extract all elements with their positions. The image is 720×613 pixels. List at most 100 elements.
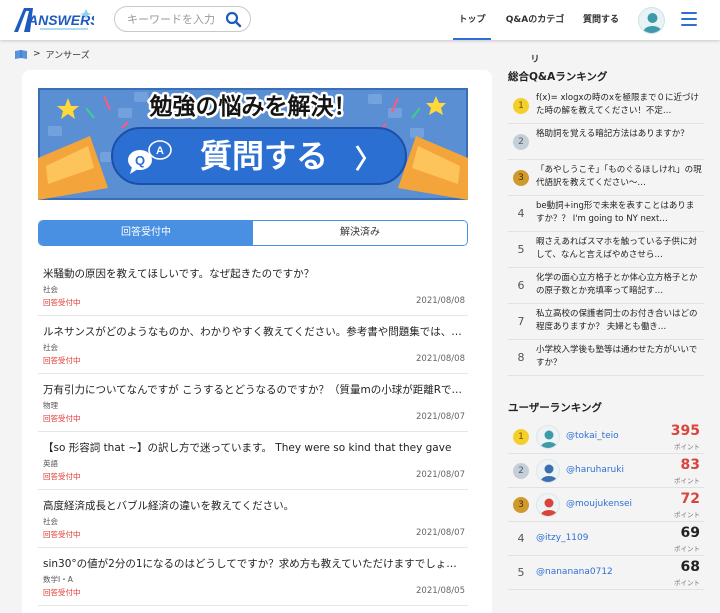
question-status: 回答受付中 <box>43 472 81 481</box>
question-date: 2021/08/05 <box>416 586 465 596</box>
question-title[interactable]: 万有引力についてなんですが こうするとどうなるのですか？（質量mの小球が距離Rで… <box>43 382 465 397</box>
list-item[interactable]: sin30°の値が2分の1になるのはどうしてですか？求め方も教えていただけますで… <box>38 548 468 606</box>
question-category: 物理 <box>43 401 58 410</box>
tab-resolved[interactable]: 解決済み <box>253 221 467 245</box>
rank-number: 7 <box>517 315 525 328</box>
username[interactable]: @tokai_teio <box>566 431 619 441</box>
breadcrumb-current: アンサーズ <box>45 50 90 61</box>
user-points: 68 <box>680 559 700 575</box>
svg-text:勉強の悩みを解決！: 勉強の悩みを解決！ <box>149 93 357 120</box>
user-points: 395 <box>670 423 700 439</box>
qa-ranking-list: 1 f(x)= xlogxの時のxを極限まで０に近づけた時の解を教えてください！… <box>508 88 704 376</box>
gold-rank-badge: 1 <box>513 98 529 114</box>
books-icon[interactable] <box>14 49 28 60</box>
list-item[interactable]: 米騒動の原因を教えてほしいです。なぜ起きたのですか？ 社会 回答受付中 2021… <box>38 258 468 316</box>
user-points: 83 <box>680 457 700 473</box>
points-label: ポイント <box>674 511 700 519</box>
tab-open[interactable]: 回答受付中 <box>39 221 253 245</box>
list-item[interactable]: 高度経済成長とバブル経済の違いを教えてください。 社会 回答受付中 2021/0… <box>38 490 468 548</box>
ranking-question-text[interactable]: f(x)= xlogxの時のxを極限まで０に近づけた時の解を教えてください！不定… <box>536 92 702 119</box>
ranking-item[interactable]: 8 小学校入学後も塾等は通わせた方がいいですか？ <box>508 340 704 376</box>
ask-question-banner[interactable]: 勉強の悩みを解決！ 勉強の悩みを解決！ Q A 質問する 〉 <box>38 88 468 200</box>
bronze-rank-badge: 3 <box>513 170 529 186</box>
question-date: 2021/08/07 <box>416 470 465 480</box>
ranking-question-text[interactable]: 暇さえあればスマホを触っている子供に対して、なんと言えばやめさせら… <box>536 236 702 263</box>
ranking-item[interactable]: 1 f(x)= xlogxの時のxを極限まで０に近づけた時の解を教えてください！… <box>508 88 704 124</box>
user-ranking-list: 1 @tokai_teio 395 ポイント 2 @haruharuki 83 … <box>508 420 704 590</box>
username[interactable]: @moujukensei <box>566 499 632 509</box>
list-item[interactable]: ルネサンスがどのようなものか、わかりやすく教えてください。参考書や問題集では、…… <box>38 316 468 374</box>
rank-number: 4 <box>517 532 525 545</box>
nav-qa-categories[interactable]: Q&Aのカテゴリ <box>503 0 567 65</box>
question-date: 2021/08/07 <box>416 528 465 538</box>
question-list: 米騒動の原因を教えてほしいです。なぜ起きたのですか？ 社会 回答受付中 2021… <box>38 258 468 606</box>
rank-number: 6 <box>517 279 525 292</box>
svg-text:Q: Q <box>135 153 145 168</box>
user-ranking-item[interactable]: 2 @haruharuki 83 ポイント <box>508 454 704 488</box>
ranking-item[interactable]: 2 格助詞を覚える暗記方法はありますか？ <box>508 124 704 160</box>
ranking-question-text[interactable]: 格助詞を覚える暗記方法はありますか？ <box>536 128 702 155</box>
user-ranking-item[interactable]: 1 @tokai_teio 395 ポイント <box>508 420 704 454</box>
ranking-item[interactable]: 7 私立高校の保護者同士のお付き合いはどの程度ありますか？ 夫婦とも働き… <box>508 304 704 340</box>
gold-rank-badge: 1 <box>513 429 529 445</box>
qa-ranking-heading: 総合Q&Aランキング <box>508 71 608 83</box>
list-item[interactable]: 万有引力についてなんですが こうするとどうなるのですか？（質量mの小球が距離Rで… <box>38 374 468 432</box>
avatar[interactable] <box>536 459 560 483</box>
ranking-item[interactable]: 6 化学の面心立方格子とか体心立方格子とかの原子数とか充填率って暗記す… <box>508 268 704 304</box>
question-category: 数学Ⅰ・A <box>43 575 73 584</box>
username[interactable]: @nananana0712 <box>536 567 613 577</box>
question-title[interactable]: 高度経済成長とバブル経済の違いを教えてください。 <box>43 498 465 513</box>
breadcrumb-separator: > <box>33 49 41 59</box>
user-ranking-item[interactable]: 3 @moujukensei 72 ポイント <box>508 488 704 522</box>
rank-number: 8 <box>517 351 525 364</box>
username[interactable]: @haruharuki <box>566 465 624 475</box>
question-date: 2021/08/08 <box>416 296 465 306</box>
question-status: 回答受付中 <box>43 588 81 597</box>
question-title[interactable]: 【so 形容詞 that ~】の訳し方で迷っています。 They were so… <box>43 440 465 455</box>
user-ranking-item[interactable]: 5 @nananana0712 68 ポイント <box>508 556 704 590</box>
rank-number: 5 <box>517 566 525 579</box>
ranking-question-text[interactable]: 私立高校の保護者同士のお付き合いはどの程度ありますか？ 夫婦とも働き… <box>536 308 702 335</box>
ranking-question-text[interactable]: 「あやしうこそ」「ものぐるほしけれ」の現代語訳を教えてください〜… <box>536 164 702 191</box>
silver-rank-badge: 2 <box>513 134 529 150</box>
question-category: 社会 <box>43 343 58 352</box>
ranking-item[interactable]: 3 「あやしうこそ」「ものぐるほしけれ」の現代語訳を教えてください〜… <box>508 160 704 196</box>
svg-text:A: A <box>156 145 164 157</box>
ranking-item[interactable]: 4 be動詞+ing形で未来を表すことはありますか？？ I'm going to… <box>508 196 704 232</box>
search-icon[interactable] <box>225 11 242 28</box>
bronze-rank-badge: 3 <box>513 497 529 513</box>
question-category: 社会 <box>43 285 58 294</box>
user-ranking-item[interactable]: 4 @itzy_1109 69 ポイント <box>508 522 704 556</box>
avatar[interactable] <box>536 493 560 517</box>
list-item[interactable]: 【so 形容詞 that ~】の訳し方で迷っています。 They were so… <box>38 432 468 490</box>
hamburger-menu-icon[interactable] <box>681 12 697 26</box>
username[interactable]: @itzy_1109 <box>536 533 588 543</box>
main-content: 勉強の悩みを解決！ 勉強の悩みを解決！ Q A 質問する 〉 回答受付中 解決済… <box>22 70 492 613</box>
avatar[interactable] <box>536 425 560 449</box>
search-box <box>114 6 251 32</box>
question-status: 回答受付中 <box>43 298 81 307</box>
user-points: 72 <box>680 491 700 507</box>
nav-top[interactable]: トップ <box>453 0 491 40</box>
search-input[interactable] <box>127 11 223 28</box>
breadcrumb: > アンサーズ <box>14 47 90 61</box>
nav-ask-question[interactable]: 質問する <box>580 0 622 40</box>
answers-logo[interactable]: ANSWERS <box>12 5 100 35</box>
ranking-item[interactable]: 5 暇さえあればスマホを触っている子供に対して、なんと言えばやめさせら… <box>508 232 704 268</box>
points-label: ポイント <box>674 443 700 451</box>
question-category: 社会 <box>43 517 58 526</box>
question-title[interactable]: ルネサンスがどのようなものか、わかりやすく教えてください。参考書や問題集では、… <box>43 324 465 339</box>
question-title[interactable]: sin30°の値が2分の1になるのはどうしてですか？求め方も教えていただけますで… <box>43 556 465 571</box>
points-label: ポイント <box>674 545 700 553</box>
question-status-tabs: 回答受付中 解決済み <box>38 220 468 246</box>
question-title[interactable]: 米騒動の原因を教えてほしいです。なぜ起きたのですか？ <box>43 266 465 281</box>
ranking-question-text[interactable]: 化学の面心立方格子とか体心立方格子とかの原子数とか充填率って暗記す… <box>536 272 702 299</box>
ranking-question-text[interactable]: be動詞+ing形で未来を表すことはありますか？？ I'm going to N… <box>536 200 702 227</box>
ranking-question-text[interactable]: 小学校入学後も塾等は通わせた方がいいですか？ <box>536 344 702 371</box>
rank-number: 4 <box>517 207 525 220</box>
svg-text:質問する: 質問する <box>200 137 328 175</box>
question-date: 2021/08/08 <box>416 354 465 364</box>
question-status: 回答受付中 <box>43 356 81 365</box>
user-avatar[interactable] <box>638 7 665 34</box>
user-ranking-heading: ユーザーランキング <box>508 402 602 414</box>
